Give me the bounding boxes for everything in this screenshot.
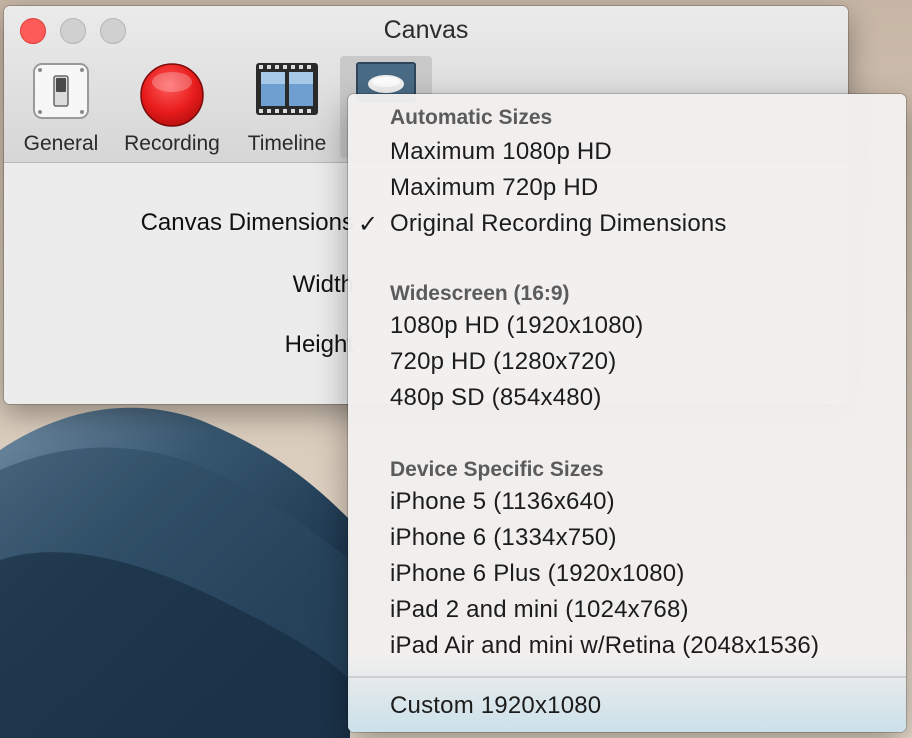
menu-item-1080p-hd[interactable]: 1080p HD (1920x1080) [390,312,644,340]
record-icon [139,62,205,133]
menu-section-header: Automatic Sizes [390,106,553,129]
toolbar-general[interactable]: General [16,56,106,158]
toolbar-recording[interactable]: Recording [116,56,228,158]
menu-separator [348,676,906,678]
menu-item-iphone-6-plus[interactable]: iPhone 6 Plus (1920x1080) [390,560,685,588]
menu-item-original-recording-dimensions[interactable]: Original Recording Dimensions [390,210,727,238]
checkmark-icon: ✓ [358,211,379,238]
toolbar-timeline[interactable]: Timeline [238,56,336,158]
menu-item-custom[interactable]: Custom 1920x1080 [390,692,601,720]
width-label: Width [292,271,354,298]
menu-item-maximum-720p[interactable]: Maximum 720p HD [390,174,598,202]
menu-item-iphone-6[interactable]: iPhone 6 (1334x750) [390,524,617,552]
menu-section-header: Widescreen (16:9) [390,282,570,305]
toolbar-label: General [23,132,99,155]
window-title: Canvas [383,16,469,44]
height-label: Height [284,331,354,358]
menu-item-ipad-air-retina[interactable]: iPad Air and mini w/Retina (2048x1536) [390,632,819,660]
toggle-switch-icon [32,62,90,125]
canvas-dimensions-label: Canvas Dimensions [140,209,354,236]
toolbar-label: Recording [124,132,220,155]
menu-item-iphone-5[interactable]: iPhone 5 (1136x640) [390,488,615,516]
menu-item-480p-sd[interactable]: 480p SD (854x480) [390,384,602,412]
film-strip-icon [255,62,319,121]
menu-item-ipad-2-mini[interactable]: iPad 2 and mini (1024x768) [390,596,689,624]
menu-item-720p-hd[interactable]: 720p HD (1280x720) [390,348,616,376]
menu-item-maximum-1080p[interactable]: Maximum 1080p HD [390,138,612,166]
toolbar-label: Timeline [247,132,327,155]
menu-section-header: Device Specific Sizes [390,458,604,481]
canvas-dimensions-menu: Automatic Sizes Maximum 1080p HD Maximum… [348,94,906,732]
